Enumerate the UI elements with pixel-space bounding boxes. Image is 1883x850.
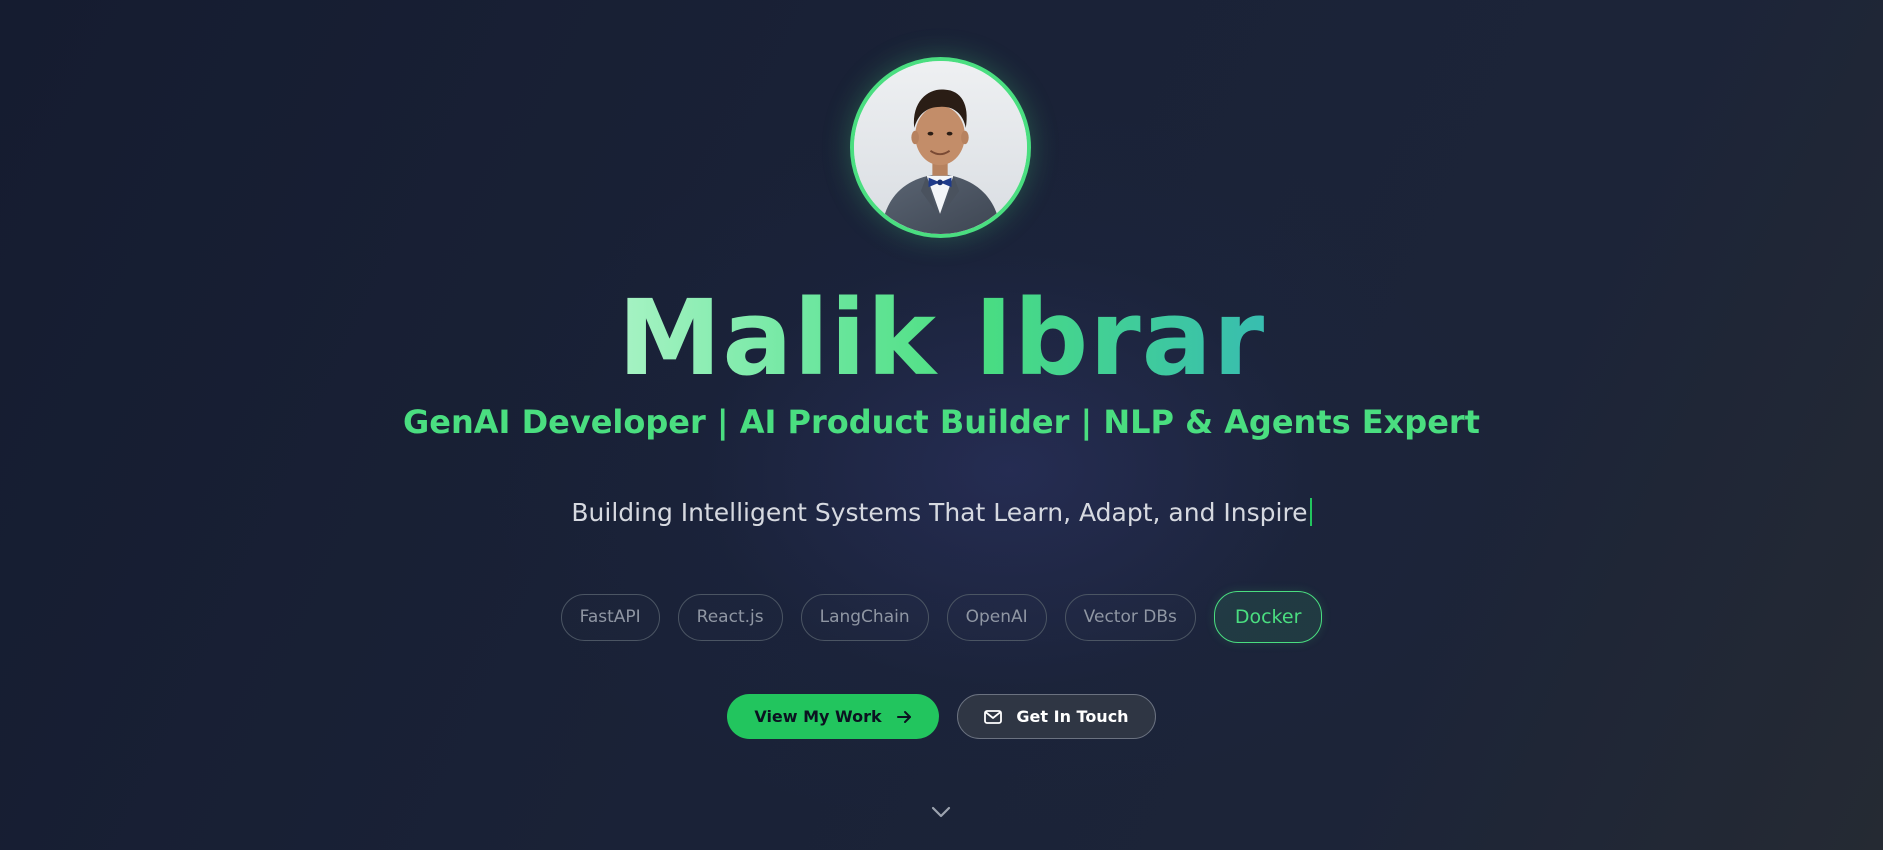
tech-chip-reactjs: React.js	[677, 593, 783, 641]
view-my-work-button[interactable]: View My Work	[727, 694, 939, 739]
hero-section: Malik Ibrar GenAI Developer | AI Product…	[0, 0, 1883, 850]
tech-chip-openai: OpenAI	[946, 593, 1047, 641]
avatar	[850, 57, 1031, 238]
hero-cta-group: View My Work Get In Touch	[0, 694, 1883, 739]
tech-chip-langchain: LangChain	[800, 593, 929, 641]
avatar-photo	[854, 61, 1027, 234]
tech-chip-fastapi: FastAPI	[560, 593, 660, 641]
tech-chip-vector-dbs: Vector DBs	[1064, 593, 1196, 641]
view-my-work-label: View My Work	[754, 707, 882, 726]
hero-tagline: Building Intelligent Systems That Learn,…	[571, 498, 1308, 527]
get-in-touch-button[interactable]: Get In Touch	[957, 694, 1156, 739]
hero-tagline-row: Building Intelligent Systems That Learn,…	[0, 494, 1883, 532]
tech-stack-chips: FastAPI React.js LangChain OpenAI Vector…	[0, 591, 1883, 643]
arrow-right-icon	[896, 709, 912, 725]
chevron-down-icon[interactable]	[929, 800, 953, 824]
typing-cursor	[1309, 498, 1312, 526]
hero-name: Malik Ibrar	[617, 277, 1266, 399]
tech-chip-docker: Docker	[1213, 591, 1323, 643]
hero-roles: GenAI Developer | AI Product Builder | N…	[403, 403, 1480, 441]
mail-icon	[984, 709, 1003, 724]
get-in-touch-label: Get In Touch	[1016, 707, 1129, 726]
